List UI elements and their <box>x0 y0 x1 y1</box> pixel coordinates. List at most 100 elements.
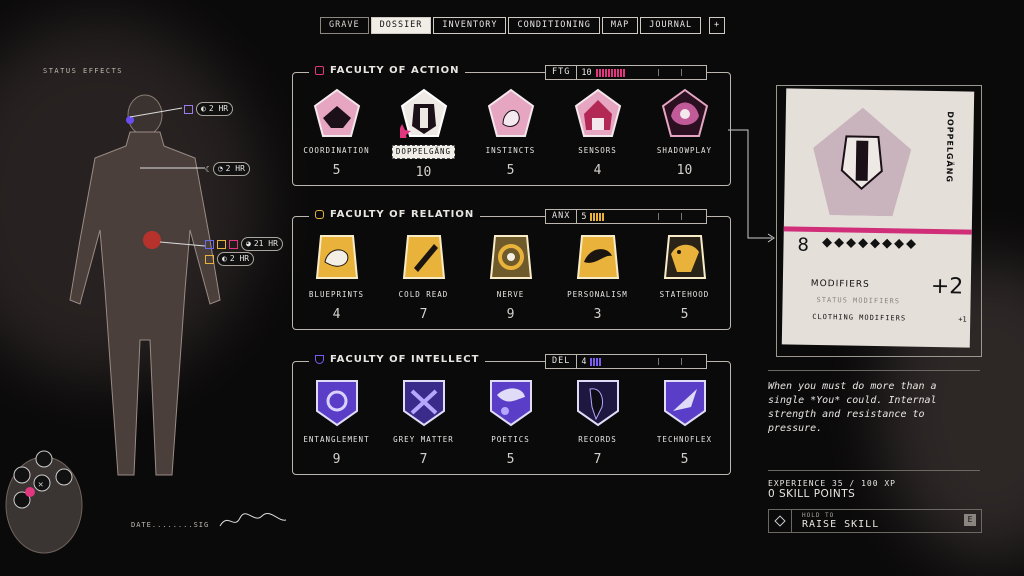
skill-value: 7 <box>419 452 428 467</box>
status-time: 2 HR <box>229 254 250 263</box>
meter-bars <box>590 357 602 366</box>
skill-value: 5 <box>680 452 689 467</box>
pentagon-icon <box>315 66 324 75</box>
card-level: 8 <box>797 234 810 256</box>
skill-cold-read[interactable]: COLD READ 7 <box>380 231 467 322</box>
skill-name: TECHNOFLEX <box>656 435 713 444</box>
skill-value: 7 <box>419 307 428 322</box>
crescent-icon: ☾ <box>205 164 210 174</box>
raise-skill-button[interactable]: HOLD TO RAISE SKILL E <box>768 509 982 533</box>
skill-records[interactable]: RECORDS 7 <box>554 376 641 467</box>
status-time: 2 HR <box>208 104 229 113</box>
status-effects-title: STATUS EFFECTS <box>43 67 124 75</box>
hold-to-label: HOLD TO <box>802 512 835 519</box>
hex-icon <box>217 239 226 249</box>
skill-nerve[interactable]: NERVE 9 <box>467 231 554 322</box>
clock-icon: ◕ <box>246 239 251 248</box>
skill-grey-matter[interactable]: GREY MATTER 7 <box>380 376 467 467</box>
meter-code: ANX <box>546 210 578 223</box>
meter-value: 10 <box>581 67 592 78</box>
goat-icon <box>812 107 912 217</box>
clothing-modifiers-label: CLOTHING MODIFIERS <box>812 312 907 323</box>
skill-row: BLUEPRINTS 4 COLD READ 7 NERVE 9 PERSONA… <box>293 231 730 322</box>
skill-value: 7 <box>593 452 602 467</box>
del-meter: DEL 4 <box>545 354 707 369</box>
status-time: 21 HR <box>253 239 278 248</box>
shield-icon <box>315 355 324 364</box>
faculty-relation-panel: FACULTY OF RELATION ANX 5 BLUEPRINTS 4 C… <box>292 209 731 330</box>
modifiers-value: +2 <box>930 273 964 300</box>
skill-name: PERSONALISM <box>567 290 628 299</box>
skill-row: COORDINATION 5 DOPPELGÄNG 10 INSTINCTS 5… <box>293 87 730 180</box>
divider <box>768 470 980 471</box>
skill-name: DOPPELGÄNG <box>391 145 456 159</box>
tab-grave[interactable]: GRAVE <box>320 17 369 34</box>
tab-conditioning[interactable]: CONDITIONING <box>508 17 600 34</box>
skill-value: 4 <box>332 307 341 322</box>
skill-name: BLUEPRINTS <box>308 290 365 299</box>
faculty-title: FACULTY OF ACTION <box>330 65 460 76</box>
skill-name: NERVE <box>496 290 525 299</box>
status-type-icon <box>205 254 214 264</box>
shield-icon <box>205 239 214 249</box>
clock-icon: ◔ <box>217 164 223 173</box>
skill-name: STATEHOOD <box>659 290 710 299</box>
card-bar <box>783 226 972 235</box>
skill-statehood[interactable]: STATEHOOD 5 <box>641 231 728 322</box>
meter-value: 4 <box>581 356 587 367</box>
skill-shadowplay[interactable]: SHADOWPLAY 10 <box>641 87 728 180</box>
experience-text: EXPERIENCE 35 / 100 XP <box>768 479 896 488</box>
skill-entanglement[interactable]: ENTANGLEMENT 9 <box>293 376 380 467</box>
divider <box>768 370 980 371</box>
skill-name: SENSORS <box>578 146 617 155</box>
skill-personalism[interactable]: PERSONALISM 3 <box>554 231 641 322</box>
status-effect-1[interactable]: ◐ 2 HR <box>184 102 234 116</box>
skill-name: POETICS <box>491 435 530 444</box>
tab-inventory[interactable]: INVENTORY <box>433 17 507 34</box>
status-leader-lines <box>130 107 206 247</box>
skill-value: 9 <box>332 452 341 467</box>
meter-code: DEL <box>546 355 578 368</box>
status-effect-4[interactable]: ◐ 2 HR <box>205 252 255 266</box>
skill-value: 5 <box>506 163 515 178</box>
skill-blueprints[interactable]: BLUEPRINTS 4 <box>293 231 380 322</box>
signature-scribble <box>219 513 287 527</box>
skill-doppelgang[interactable]: DOPPELGÄNG 10 <box>380 87 467 180</box>
skill-value: 10 <box>676 163 693 178</box>
moon-icon: ◐ <box>222 254 227 263</box>
meter-bars <box>590 212 605 221</box>
add-tab-button[interactable]: + <box>709 17 726 34</box>
tab-dossier[interactable]: DOSSIER <box>370 17 432 34</box>
meter-bars <box>595 68 625 77</box>
skill-name: ENTANGLEMENT <box>303 435 370 444</box>
skill-name: SHADOWPLAY <box>656 146 713 155</box>
modifiers-label: MODIFIERS <box>810 278 870 290</box>
tab-map[interactable]: MAP <box>601 17 639 34</box>
skill-value: 5 <box>506 452 515 467</box>
skill-value: 4 <box>593 163 602 178</box>
card-pips <box>822 237 916 250</box>
pentagon-icon <box>229 239 238 249</box>
skill-value: 10 <box>415 165 432 180</box>
anx-meter: ANX 5 <box>545 209 707 224</box>
skill-points-text: 0 SKILL POINTS <box>768 488 856 500</box>
skill-poetics[interactable]: POETICS 5 <box>467 376 554 467</box>
status-effect-2[interactable]: ☾ ◔ 2 HR <box>205 162 250 176</box>
skill-value: 5 <box>680 307 689 322</box>
status-effect-3[interactable]: ◕ 21 HR <box>205 237 283 251</box>
skill-name: RECORDS <box>578 435 617 444</box>
skill-name: INSTINCTS <box>485 146 536 155</box>
skill-sensors[interactable]: SENSORS 4 <box>554 87 641 180</box>
status-type-icon <box>184 104 193 114</box>
card-skill-name: DOPPELGÄNG <box>944 111 955 184</box>
skill-description: When you must do more than a single *You… <box>768 381 937 434</box>
portrait-radial-menu[interactable]: ✕ <box>2 445 84 555</box>
date-signature-line: DATE........SIG <box>131 521 210 529</box>
skill-instincts[interactable]: INSTINCTS 5 <box>467 87 554 180</box>
diamond-icon <box>769 510 792 532</box>
skill-coordination[interactable]: COORDINATION 5 <box>293 87 380 180</box>
skill-technoflex[interactable]: TECHNOFLEX 5 <box>641 376 728 467</box>
skill-name: COLD READ <box>398 290 449 299</box>
tab-journal[interactable]: JOURNAL <box>640 17 702 34</box>
status-time: 2 HR <box>225 164 245 173</box>
